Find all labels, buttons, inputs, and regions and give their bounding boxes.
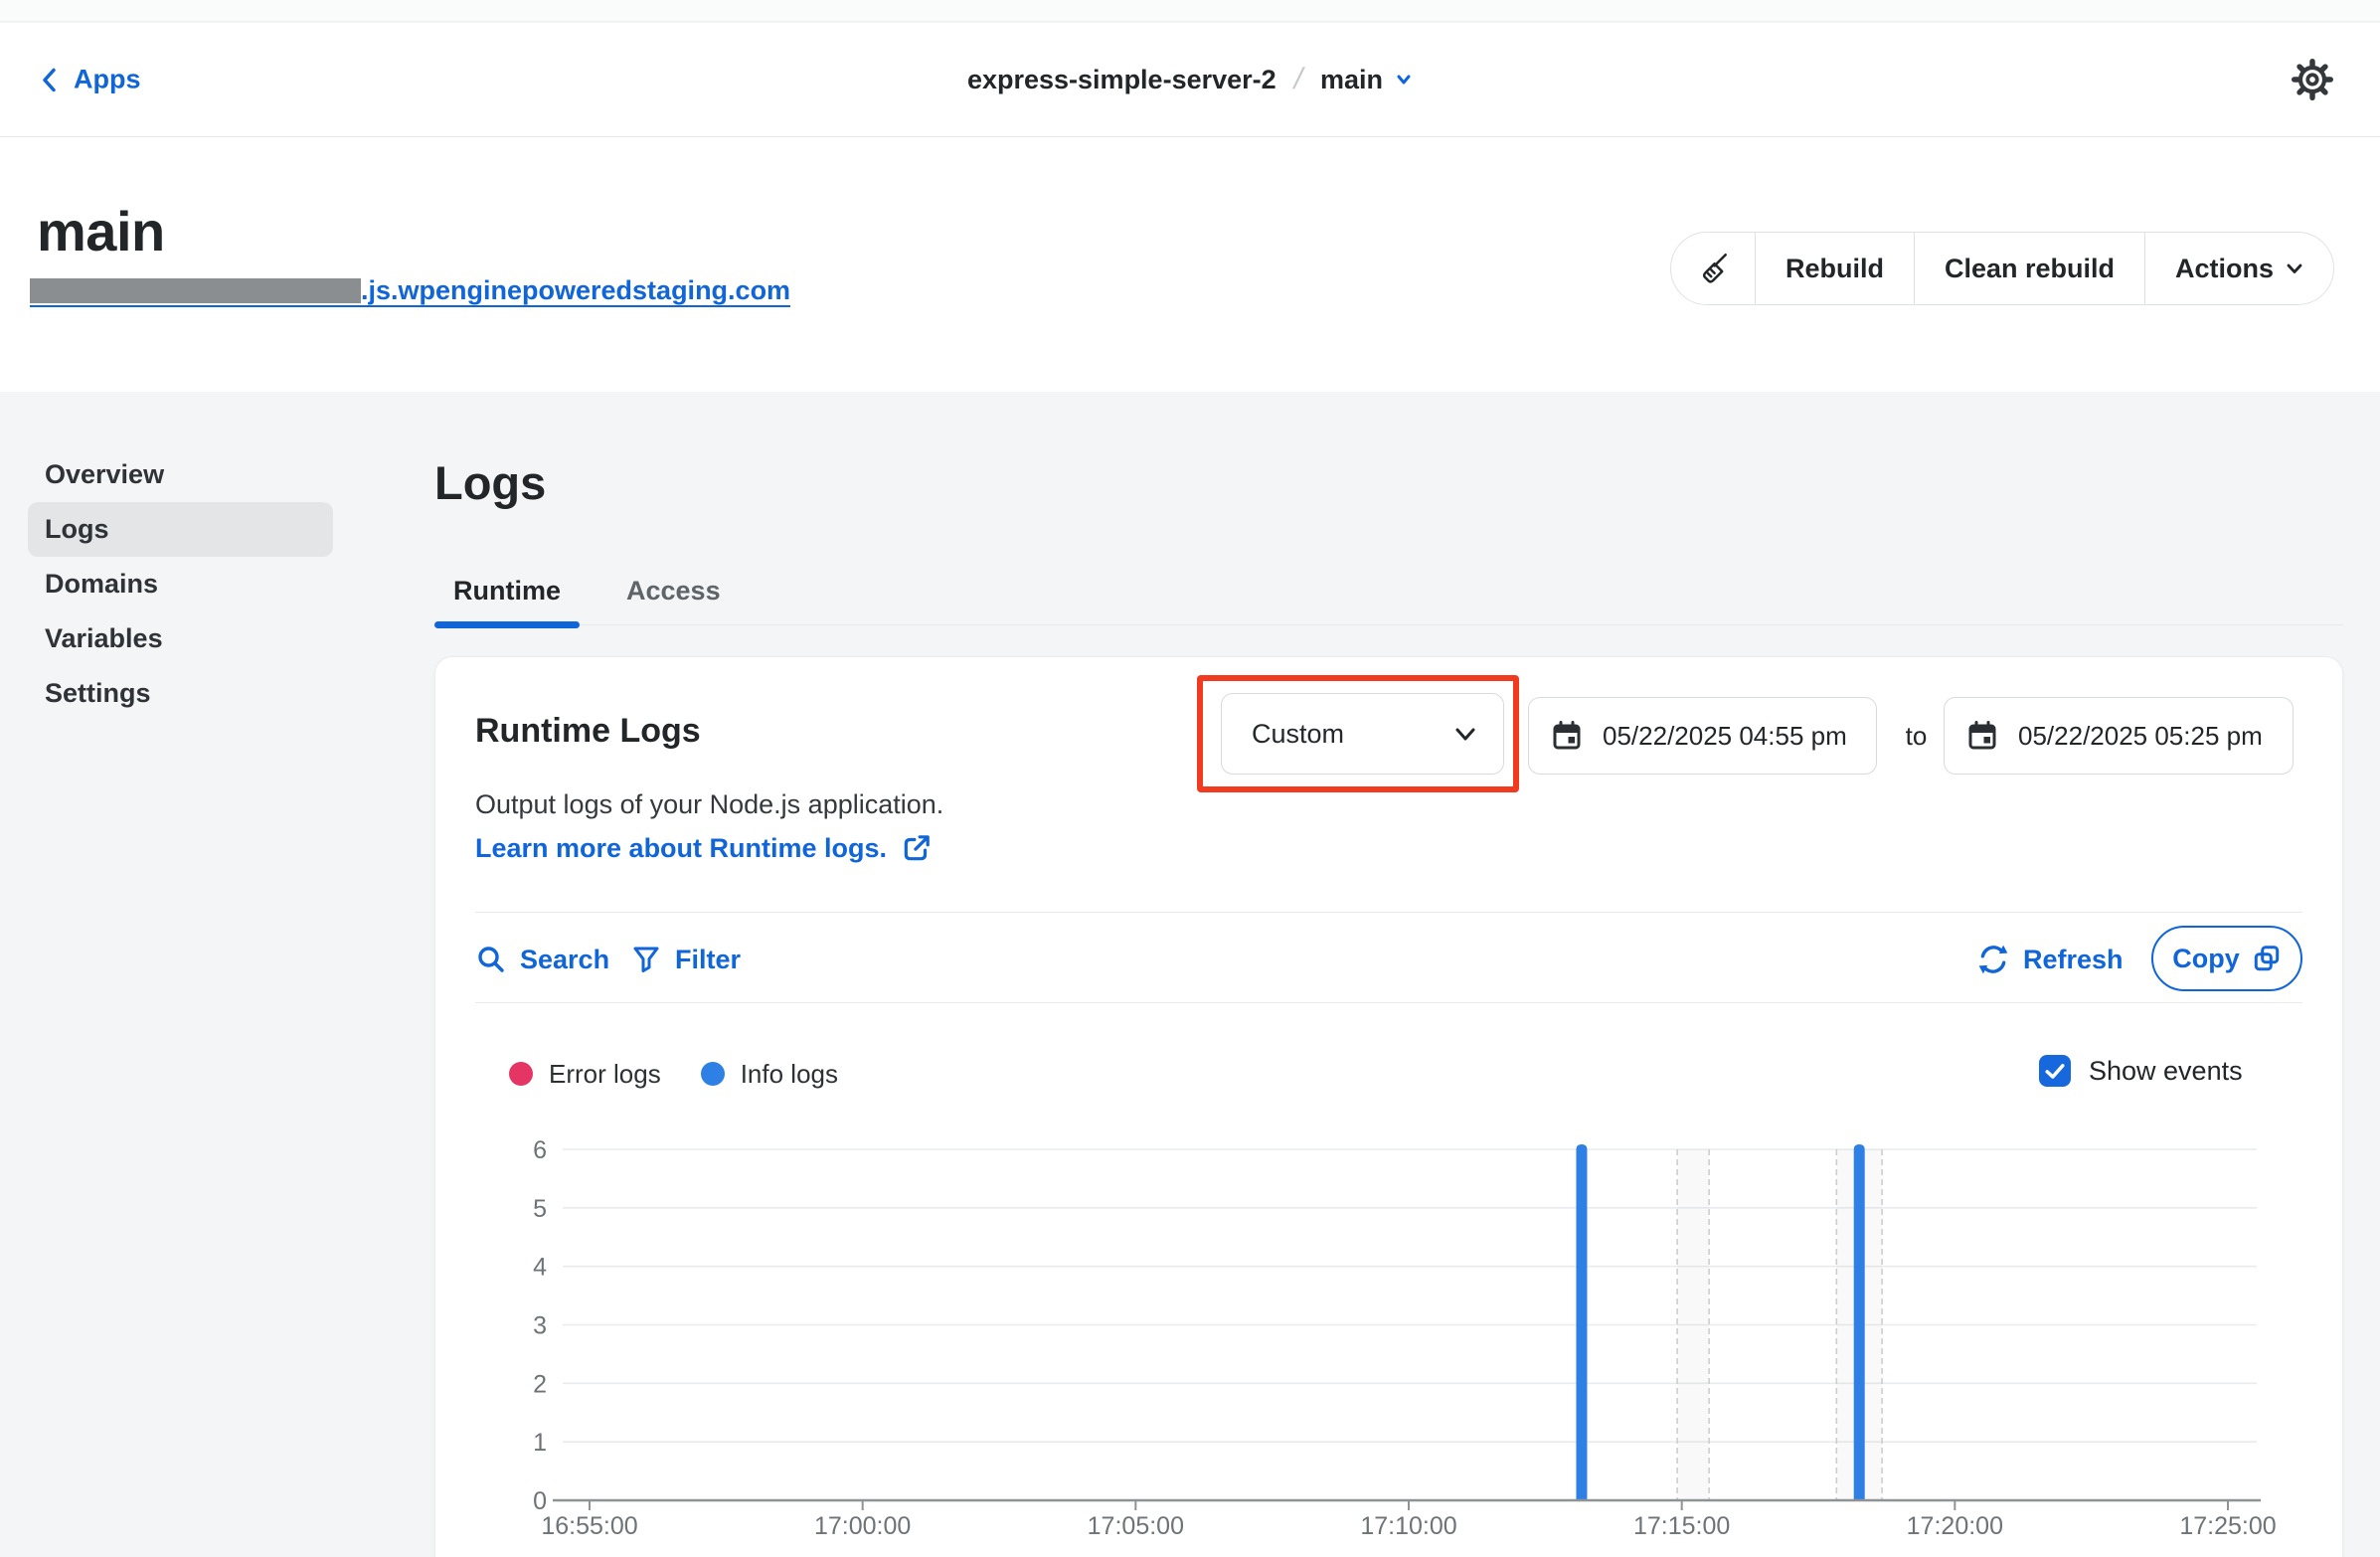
- divider: [475, 1002, 2302, 1003]
- runtime-logs-title: Runtime Logs: [475, 712, 701, 751]
- date-from-value: 05/22/2025 04:55 pm: [1603, 721, 1847, 752]
- filter-funnel-icon: [630, 944, 662, 975]
- logs-tabs: Runtime Access: [434, 557, 2343, 625]
- actions-menu-label: Actions: [2175, 254, 2274, 284]
- back-label: Apps: [74, 65, 141, 95]
- info-logs-dot: [701, 1062, 725, 1086]
- svg-text:2: 2: [533, 1370, 547, 1398]
- calendar-icon: [1551, 720, 1583, 752]
- environment-action-group: Rebuild Clean rebuild Actions: [1670, 232, 2334, 305]
- svg-text:4: 4: [533, 1254, 547, 1282]
- search-button[interactable]: Search: [475, 942, 609, 977]
- show-events-checkbox[interactable]: [2039, 1055, 2071, 1087]
- learn-more-label: Learn more about Runtime logs.: [475, 833, 887, 864]
- legend-item-info-logs: Info logs: [701, 1059, 838, 1090]
- svg-text:6: 6: [533, 1136, 547, 1164]
- actions-menu-button[interactable]: Actions: [2144, 233, 2333, 304]
- copy-icon: [2252, 944, 2282, 973]
- settings-gear-button[interactable]: [2289, 56, 2336, 103]
- back-to-apps-link[interactable]: Apps: [40, 65, 141, 95]
- external-link-icon: [901, 832, 933, 864]
- search-icon: [475, 944, 507, 975]
- info-logs-label: Info logs: [741, 1059, 838, 1090]
- environment-url-link[interactable]: .js.wpenginepoweredstaging.com: [30, 278, 790, 307]
- sidebar-nav: Overview Logs Domains Variables Settings: [28, 447, 333, 721]
- filter-label: Filter: [675, 945, 741, 975]
- refresh-button[interactable]: Refresh: [1976, 942, 2124, 977]
- browser-top-strip: [0, 0, 2380, 22]
- clean-rebuild-button[interactable]: Clean rebuild: [1914, 233, 2144, 304]
- show-events-label: Show events: [2089, 1056, 2243, 1087]
- environment-title: main: [37, 199, 165, 263]
- sidebar-item-domains[interactable]: Domains: [28, 557, 333, 611]
- svg-text:17:20:00: 17:20:00: [1907, 1512, 2003, 1540]
- filter-button[interactable]: Filter: [630, 942, 741, 977]
- date-to-value: 05/22/2025 05:25 pm: [2018, 721, 2263, 752]
- show-events-control: Show events: [2039, 1055, 2243, 1087]
- date-from-input[interactable]: 05/22/2025 04:55 pm: [1528, 697, 1877, 775]
- svg-text:1: 1: [533, 1429, 547, 1457]
- checkmark-icon: [2042, 1058, 2068, 1084]
- sidebar-item-settings[interactable]: Settings: [28, 666, 333, 721]
- back-chevron-icon: [40, 66, 60, 93]
- date-range-to-label: to: [1889, 697, 1944, 775]
- gear-icon: [2290, 57, 2335, 102]
- copy-label: Copy: [2172, 944, 2240, 974]
- environment-url-text: .js.wpenginepoweredstaging.com: [361, 278, 790, 303]
- environment-selector[interactable]: main: [1320, 65, 1413, 95]
- app-hero-section: main .js.wpenginepoweredstaging.com: [0, 137, 2380, 392]
- chart-legend: Error logs Info logs: [509, 1059, 838, 1089]
- runtime-logs-description: Output logs of your Node.js application.: [475, 789, 943, 820]
- tab-runtime[interactable]: Runtime: [434, 557, 580, 624]
- sidebar-item-logs[interactable]: Logs: [28, 502, 333, 557]
- rebuild-button[interactable]: Rebuild: [1755, 233, 1914, 304]
- calendar-icon: [1966, 720, 1998, 752]
- top-navigation-bar: Apps express-simple-server-2 / main: [0, 23, 2380, 137]
- date-to-input[interactable]: 05/22/2025 05:25 pm: [1944, 697, 2294, 775]
- chevron-down-icon: [1395, 72, 1413, 87]
- svg-text:5: 5: [533, 1195, 547, 1223]
- breadcrumb-separator: /: [1290, 63, 1306, 96]
- divider: [475, 912, 2302, 913]
- chevron-down-icon: [2286, 261, 2303, 275]
- refresh-icon: [1976, 943, 2010, 976]
- error-logs-dot: [509, 1062, 533, 1086]
- tab-access[interactable]: Access: [607, 557, 740, 624]
- clean-cache-button[interactable]: [1671, 233, 1755, 304]
- runtime-logs-chart-container: 0 1 2 3 4 5 6 16:55:00 17:00:00 17:05:00 17:10:00 1…: [435, 1124, 2344, 1557]
- svg-text:3: 3: [533, 1312, 547, 1340]
- svg-text:17:15:00: 17:15:00: [1633, 1512, 1730, 1540]
- learn-more-link[interactable]: Learn more about Runtime logs.: [475, 832, 933, 864]
- sidebar-item-variables[interactable]: Variables: [28, 611, 333, 666]
- error-logs-label: Error logs: [549, 1059, 661, 1090]
- runtime-logs-card: Runtime Logs Custom 05/22/2025 04:55 pm …: [434, 656, 2343, 1557]
- svg-text:17:05:00: 17:05:00: [1088, 1512, 1184, 1540]
- redacted-url-segment: [30, 278, 361, 303]
- svg-text:16:55:00: 16:55:00: [541, 1512, 637, 1540]
- svg-text:17:10:00: 17:10:00: [1360, 1512, 1456, 1540]
- copy-button[interactable]: Copy: [2151, 926, 2302, 991]
- time-range-select[interactable]: Custom: [1221, 693, 1504, 775]
- svg-text:0: 0: [533, 1487, 547, 1515]
- breadcrumb: express-simple-server-2 / main: [967, 63, 1413, 96]
- svg-text:17:25:00: 17:25:00: [2179, 1512, 2276, 1540]
- sidebar-item-overview[interactable]: Overview: [28, 447, 333, 502]
- environment-name: main: [1320, 65, 1383, 95]
- breadcrumb-app-name: express-simple-server-2: [967, 65, 1276, 95]
- time-range-value: Custom: [1252, 719, 1453, 750]
- refresh-label: Refresh: [2023, 945, 2124, 975]
- runtime-logs-chart: 0 1 2 3 4 5 6 16:55:00 17:00:00 17:05:00 17:10:00 1…: [435, 1124, 2344, 1557]
- legend-item-error-logs: Error logs: [509, 1059, 661, 1090]
- broom-icon: [1695, 251, 1731, 286]
- chevron-down-icon: [1453, 724, 1477, 744]
- search-label: Search: [520, 945, 609, 975]
- page-title: Logs: [434, 455, 546, 510]
- svg-text:17:00:00: 17:00:00: [814, 1512, 911, 1540]
- app-screen: Apps express-simple-server-2 / main: [0, 0, 2380, 1557]
